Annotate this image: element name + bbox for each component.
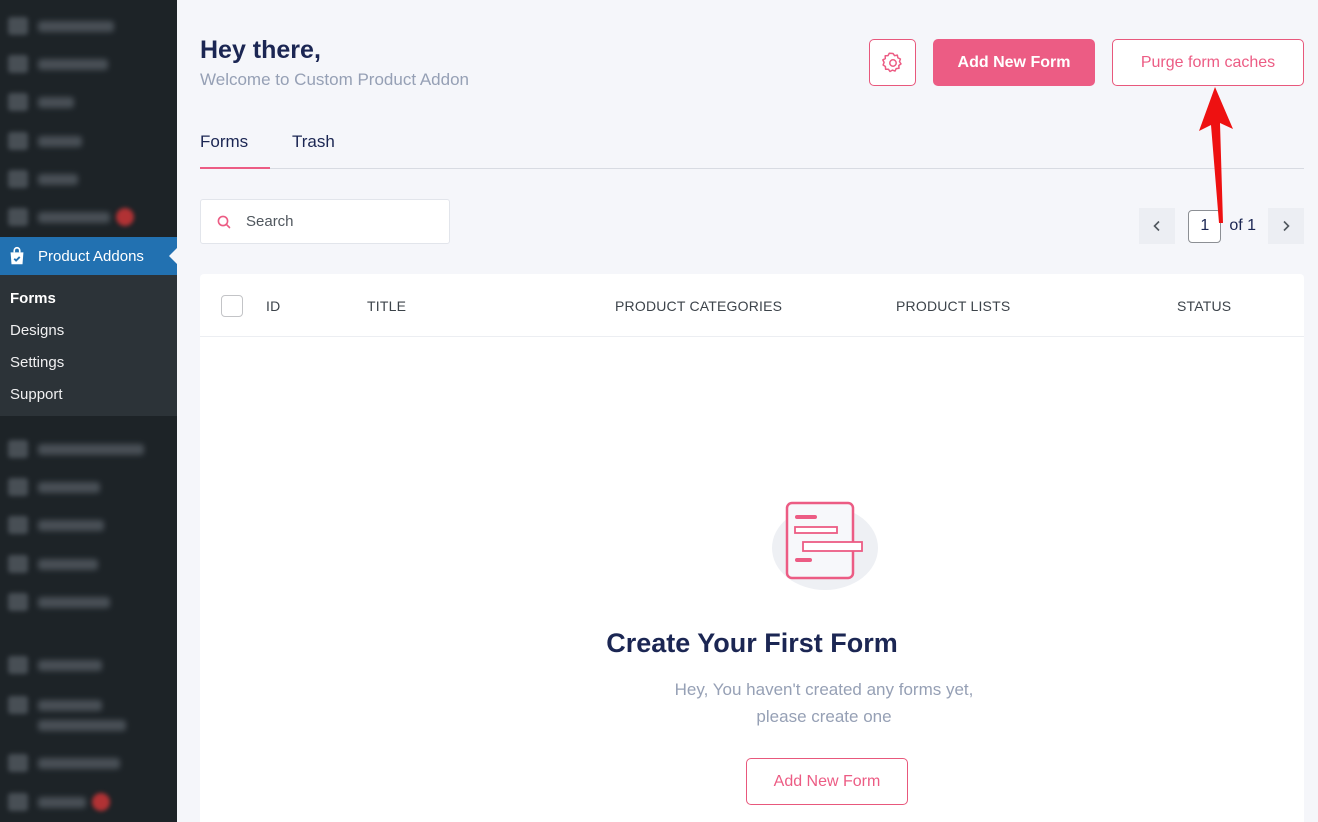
appearance-icon: [8, 754, 28, 772]
comments-count-badge: [116, 208, 134, 226]
welcome-subtitle: Welcome to Custom Product Addon: [200, 70, 469, 89]
sidebar-item-payments[interactable]: [0, 508, 177, 542]
empty-form-illustration: [772, 501, 878, 590]
page-total-label: of 1: [1229, 217, 1256, 234]
empty-state-message: Hey, You haven't created any forms yet, …: [624, 676, 1024, 730]
settings-button[interactable]: [869, 39, 916, 86]
media-icon: [8, 132, 28, 150]
submenu-designs[interactable]: Designs: [0, 316, 177, 348]
column-header-id[interactable]: ID: [266, 298, 280, 314]
woocommerce-icon: [8, 440, 28, 458]
sidebar-item-elementor[interactable]: [0, 47, 177, 81]
dashboard-icon: [8, 17, 28, 35]
page-greeting: Hey there,: [200, 36, 321, 64]
sidebar-item-plugin-b-line2: [0, 708, 177, 742]
submenu-support[interactable]: Support: [0, 380, 177, 412]
select-all-checkbox[interactable]: [221, 295, 243, 317]
elementor-icon: [8, 55, 28, 73]
sidebar-item-marketing[interactable]: [0, 585, 177, 619]
product-addons-submenu: Forms Designs Settings Support: [0, 275, 177, 416]
gear-icon: [881, 51, 902, 72]
tab-bar: Forms Trash: [200, 120, 1304, 169]
tab-forms[interactable]: Forms: [200, 132, 248, 152]
active-tab-indicator: [200, 167, 270, 169]
add-new-form-button[interactable]: Add New Form: [933, 39, 1095, 86]
sidebar-item-media[interactable]: [0, 124, 177, 158]
sidebar-item-analytics[interactable]: [0, 547, 177, 581]
column-header-product-lists[interactable]: PRODUCT LISTS: [896, 298, 1010, 314]
submenu-forms[interactable]: Forms: [0, 284, 177, 316]
sidebar-item-comments[interactable]: [0, 200, 177, 234]
prev-page-button[interactable]: [1139, 208, 1176, 244]
marketing-icon: [8, 593, 28, 611]
column-header-status[interactable]: STATUS: [1177, 298, 1231, 314]
products-icon: [8, 478, 28, 496]
sidebar-item-appearance[interactable]: [0, 746, 177, 780]
column-header-product-categories[interactable]: PRODUCT CATEGORIES: [615, 298, 782, 314]
shopping-bag-icon: [10, 246, 24, 265]
next-page-button[interactable]: [1268, 208, 1304, 244]
search-box: [200, 199, 450, 244]
empty-state-title: Create Your First Form: [606, 628, 898, 658]
admin-sidebar: Product Addons Forms Designs Settings Su…: [0, 0, 177, 822]
pages-icon: [8, 170, 28, 188]
page-scroll-rail[interactable]: [1304, 0, 1318, 822]
sidebar-item-dashboard[interactable]: [0, 9, 177, 43]
pagination: 1 of 1: [1139, 208, 1304, 244]
table-header: ID TITLE PRODUCT CATEGORIES PRODUCT LIST…: [200, 274, 1304, 337]
sidebar-item-woocommerce[interactable]: [0, 432, 177, 466]
empty-state-line-1: Hey, You haven't created any forms yet,: [674, 680, 974, 699]
tab-trash[interactable]: Trash: [292, 132, 335, 152]
page-number-input[interactable]: 1: [1188, 209, 1222, 243]
sidebar-item-products[interactable]: [0, 470, 177, 504]
comments-icon: [8, 208, 28, 226]
search-input[interactable]: [246, 213, 426, 230]
submenu-settings[interactable]: Settings: [0, 348, 177, 380]
main-content: Hey there, Welcome to Custom Product Add…: [200, 0, 1304, 822]
plugins-count-badge: [92, 793, 110, 811]
column-header-title[interactable]: TITLE: [367, 298, 406, 314]
chevron-right-icon: [1283, 220, 1290, 232]
sidebar-item-label: Product Addons: [38, 247, 144, 265]
sidebar-item-plugin-a[interactable]: [0, 648, 177, 682]
posts-icon: [8, 93, 28, 111]
forms-table: ID TITLE PRODUCT CATEGORIES PRODUCT LIST…: [200, 274, 1304, 822]
payments-icon: [8, 516, 28, 534]
search-icon: [217, 215, 231, 228]
chevron-left-icon: [1153, 220, 1160, 232]
sidebar-item-posts[interactable]: [0, 85, 177, 119]
sidebar-item-product-addons[interactable]: Product Addons: [0, 237, 177, 275]
purge-form-caches-button[interactable]: Purge form caches: [1112, 39, 1304, 86]
plugins-icon: [8, 793, 28, 811]
empty-state-line-2: please create one: [756, 707, 892, 726]
empty-state-add-form-button[interactable]: Add New Form: [746, 758, 908, 805]
analytics-icon: [8, 555, 28, 573]
sidebar-item-pages[interactable]: [0, 162, 177, 196]
plugin-icon: [8, 656, 28, 674]
sidebar-item-plugins[interactable]: [0, 785, 177, 819]
